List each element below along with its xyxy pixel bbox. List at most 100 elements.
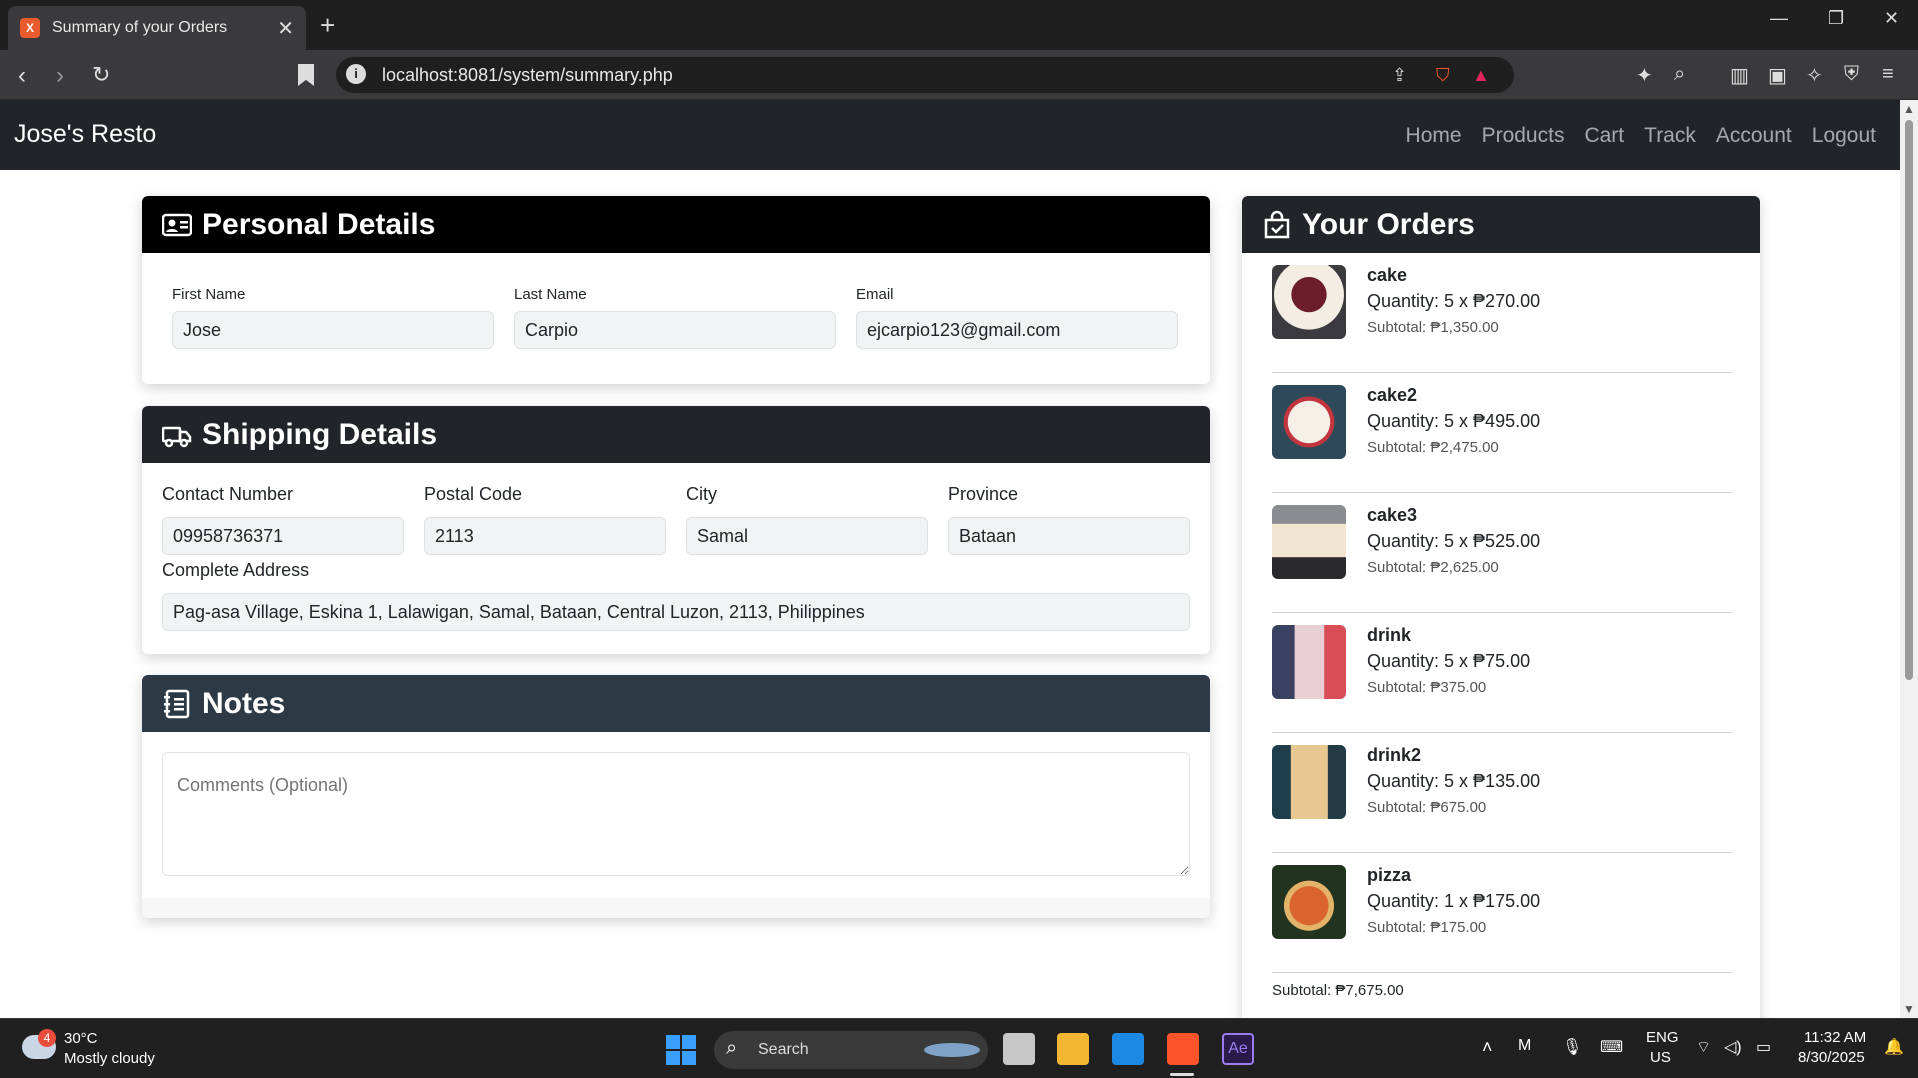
nav-logout[interactable]: Logout xyxy=(1812,124,1876,148)
share-icon[interactable]: ⇪ xyxy=(1392,65,1407,86)
id-card-icon xyxy=(162,213,192,236)
clock-time[interactable]: 11:32 AM xyxy=(1804,1029,1866,1046)
file-explorer-icon[interactable] xyxy=(1057,1033,1089,1065)
postal-code-field[interactable]: 2113 xyxy=(424,517,666,555)
contact-number-field[interactable]: 09958736371 xyxy=(162,517,404,555)
active-app-indicator xyxy=(1170,1073,1194,1076)
url-text: localhost:8081/system/summary.php xyxy=(382,65,673,85)
contact-number-label: Contact Number xyxy=(162,484,294,504)
complete-address-field[interactable]: Pag-asa Village, Eskina 1, Lalawigan, Sa… xyxy=(162,593,1190,631)
keyboard-icon[interactable]: ⌨ xyxy=(1600,1037,1623,1057)
page-search-icon[interactable]: ⌕ xyxy=(1674,63,1685,86)
nav-track[interactable]: Track xyxy=(1644,124,1696,148)
orders-title: Your Orders xyxy=(1302,207,1475,241)
order-item-subtotal: Subtotal: ₱675.00 xyxy=(1367,799,1487,816)
page-scrollbar[interactable]: ▲ ▼ xyxy=(1900,100,1918,1018)
close-window-icon[interactable]: ✕ xyxy=(1884,8,1899,29)
nav-links: Home Products Cart Track Account Logout xyxy=(1406,124,1876,148)
scrollbar-thumb[interactable] xyxy=(1905,120,1913,680)
email-label: Email xyxy=(856,286,894,303)
task-view-icon[interactable] xyxy=(1003,1033,1035,1065)
site-navbar: Jose's Resto Home Products Cart Track Ac… xyxy=(0,100,1900,170)
nav-products[interactable]: Products xyxy=(1482,124,1565,148)
city-field[interactable]: Samal xyxy=(686,517,928,555)
email-field[interactable]: ejcarpio123@gmail.com xyxy=(856,311,1178,349)
tray-chevron-icon[interactable]: ˄ xyxy=(1482,1037,1493,1058)
postal-code-label: Postal Code xyxy=(424,484,523,504)
vscode-icon[interactable] xyxy=(1112,1033,1144,1065)
last-name-field[interactable]: Carpio xyxy=(514,311,836,349)
brave-shield-icon[interactable]: ⛉ xyxy=(1436,65,1450,86)
weather-temp[interactable]: 30°C xyxy=(64,1030,98,1047)
extensions-icon[interactable]: ✦ xyxy=(1636,63,1653,88)
shipping-details-card: Shipping Details Contact Number 09958736… xyxy=(142,406,1210,654)
minimize-icon[interactable]: — xyxy=(1770,8,1788,29)
weather-desc[interactable]: Mostly cloudy xyxy=(64,1050,155,1067)
restore-icon[interactable]: ❐ xyxy=(1828,8,1844,29)
first-name-field[interactable]: Jose xyxy=(172,311,494,349)
nav-home[interactable]: Home xyxy=(1406,124,1462,148)
cake2-image xyxy=(1272,385,1346,459)
order-item-name: cake2 xyxy=(1367,385,1418,405)
wallet-icon[interactable]: ▣ xyxy=(1768,63,1787,88)
drink2-image xyxy=(1272,745,1346,819)
microphone-icon[interactable]: 🎙 xyxy=(1562,1037,1582,1057)
taskbar-search[interactable]: ⌕ Search xyxy=(714,1031,988,1069)
brave-browser-icon[interactable] xyxy=(1167,1033,1199,1065)
clock-date[interactable]: 8/30/2025 xyxy=(1798,1049,1865,1066)
scroll-up-icon[interactable]: ▲ xyxy=(1903,102,1915,116)
close-tab-icon[interactable]: ✕ xyxy=(277,16,294,41)
orders-total: Subtotal: ₱7,675.00 xyxy=(1272,982,1404,999)
windows-start-icon[interactable] xyxy=(666,1035,696,1065)
forward-icon[interactable]: › xyxy=(56,62,64,90)
volume-icon[interactable]: ◁) xyxy=(1724,1037,1742,1057)
sidebar-icon[interactable]: ▥ xyxy=(1730,63,1749,88)
order-item-name: drink xyxy=(1367,625,1412,645)
notes-header: Notes xyxy=(142,675,1210,732)
order-item-quantity: Quantity: 5 x ₱270.00 xyxy=(1367,291,1541,311)
complete-address-label: Complete Address xyxy=(162,560,310,580)
first-name-label: First Name xyxy=(172,286,246,303)
new-tab-icon[interactable]: + xyxy=(320,10,335,41)
order-item-subtotal: Subtotal: ₱175.00 xyxy=(1367,919,1487,936)
order-item-subtotal: Subtotal: ₱2,625.00 xyxy=(1367,559,1499,576)
search-highlight-icon xyxy=(924,1043,980,1057)
order-item-name: cake xyxy=(1367,265,1408,285)
language-region[interactable]: US xyxy=(1650,1049,1671,1066)
address-bar[interactable]: i localhost:8081/system/summary.php ⇪ ⛉ … xyxy=(336,57,1514,93)
weather-badge: 4 xyxy=(38,1029,56,1047)
scroll-down-icon[interactable]: ▼ xyxy=(1903,1002,1915,1016)
menu-icon[interactable]: ≡ xyxy=(1882,63,1894,86)
battery-icon[interactable]: ▭ xyxy=(1756,1037,1771,1057)
order-item: cake Quantity: 5 x ₱270.00 Subtotal: ₱1,… xyxy=(1272,253,1732,373)
cake-image xyxy=(1272,265,1346,339)
back-icon[interactable]: ‹ xyxy=(18,62,26,90)
tray-app-icon[interactable]: M xyxy=(1518,1037,1531,1055)
city-label: City xyxy=(686,484,717,504)
windows-taskbar: 4 30°C Mostly cloudy ⌕ Search Ae ˄ M 🎙 ⌨… xyxy=(0,1018,1918,1078)
browser-tab[interactable]: X Summary of your Orders ✕ xyxy=(8,6,306,50)
vpn-icon[interactable]: ⛨ xyxy=(1844,63,1859,86)
comments-textarea[interactable] xyxy=(162,752,1190,876)
site-brand[interactable]: Jose's Resto xyxy=(14,120,156,149)
site-info-icon[interactable]: i xyxy=(346,64,366,84)
order-item: pizza Quantity: 1 x ₱175.00 Subtotal: ₱1… xyxy=(1272,853,1732,973)
nav-account[interactable]: Account xyxy=(1716,124,1792,148)
province-field[interactable]: Bataan xyxy=(948,517,1190,555)
order-item-quantity: Quantity: 5 x ₱525.00 xyxy=(1367,531,1541,551)
shopping-bag-check-icon xyxy=(1264,210,1290,238)
nav-cart[interactable]: Cart xyxy=(1584,124,1624,148)
notification-bell-icon[interactable]: 🔔 xyxy=(1884,1037,1904,1057)
order-item-name: pizza xyxy=(1367,865,1412,885)
wifi-icon[interactable]: ⌔ xyxy=(1696,1037,1711,1057)
order-item: cake2 Quantity: 5 x ₱495.00 Subtotal: ₱2… xyxy=(1272,373,1732,493)
notes-title: Notes xyxy=(202,686,286,720)
brave-rewards-icon[interactable]: ▲ xyxy=(1472,65,1490,86)
after-effects-icon[interactable]: Ae xyxy=(1222,1033,1254,1065)
leo-ai-icon[interactable]: ✧ xyxy=(1806,63,1823,88)
language-code[interactable]: ENG xyxy=(1646,1029,1679,1046)
order-item: cake3 Quantity: 5 x ₱525.00 Subtotal: ₱2… xyxy=(1272,493,1732,613)
reload-icon[interactable]: ↻ xyxy=(92,62,110,88)
bookmark-icon[interactable] xyxy=(298,64,314,86)
truck-icon xyxy=(162,426,192,447)
